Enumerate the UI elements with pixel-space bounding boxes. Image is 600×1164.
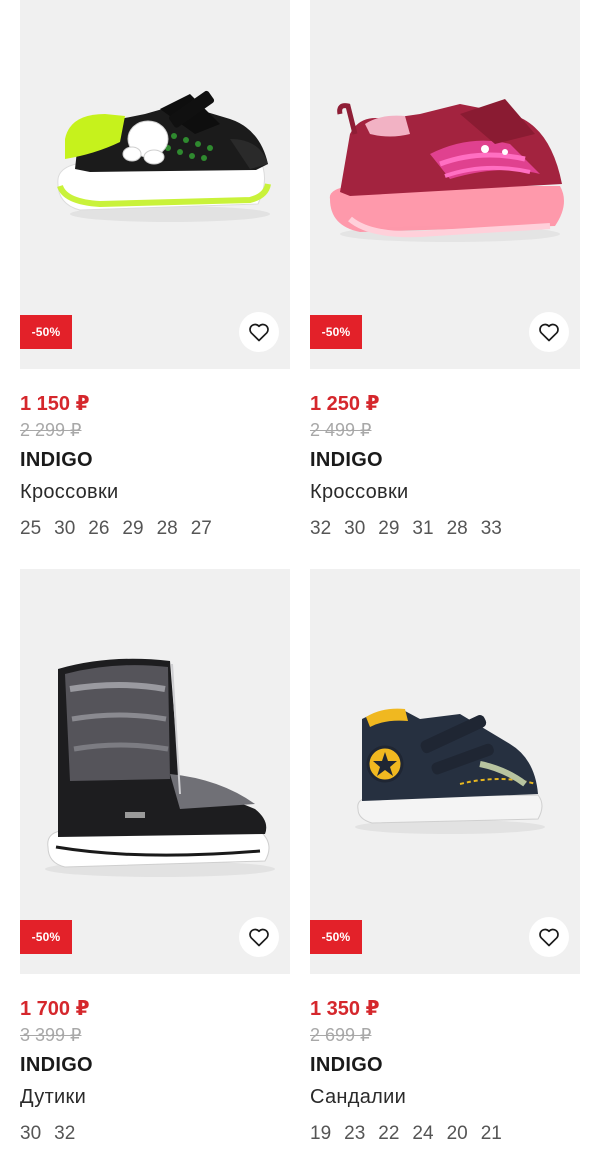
size-option: 32 — [54, 1123, 76, 1144]
size-option: 20 — [446, 1123, 468, 1144]
favorite-button[interactable] — [239, 312, 279, 352]
product-card[interactable]: -50% 1 700 ₽ 3 399 ₽ INDIGO Дутики 30 32 — [20, 569, 290, 1148]
product-price: 1 250 ₽ — [310, 393, 380, 415]
product-old-price: 2 299 ₽ — [20, 420, 82, 440]
size-option: 21 — [480, 1123, 502, 1144]
size-option: 30 — [54, 518, 76, 539]
discount-badge: -50% — [20, 315, 72, 349]
product-brand: INDIGO — [20, 449, 93, 471]
size-option: 22 — [378, 1123, 400, 1144]
heart-outline-icon — [539, 323, 559, 342]
size-list: 19 23 22 24 20 21 — [310, 1120, 580, 1148]
heart-outline-icon — [539, 928, 559, 947]
product-name[interactable]: Кроссовки — [20, 477, 290, 515]
sandal-navy-yellow-icon — [355, 708, 545, 834]
product-price: 1 350 ₽ — [310, 998, 380, 1020]
product-photo[interactable]: -50% — [310, 569, 580, 974]
size-list: 30 32 — [20, 1120, 290, 1148]
size-option: 28 — [446, 518, 468, 539]
favorite-button[interactable] — [529, 917, 569, 957]
product-old-price: 3 399 ₽ — [20, 1025, 82, 1045]
size-list: 32 30 29 31 28 33 — [310, 515, 580, 543]
product-photo[interactable]: -50% — [310, 0, 580, 369]
product-brand: INDIGO — [20, 1054, 93, 1076]
product-price: 1 150 ₽ — [20, 393, 90, 415]
size-option: 30 — [20, 1123, 42, 1144]
product-name[interactable]: Дутики — [20, 1082, 290, 1120]
size-option: 29 — [122, 518, 144, 539]
product-card[interactable]: -50% 1 250 ₽ 2 499 ₽ INDIGO Кроссовки 32… — [310, 0, 580, 543]
size-option: 31 — [412, 518, 434, 539]
discount-badge: -50% — [20, 920, 72, 954]
product-photo[interactable]: -50% — [20, 569, 290, 974]
discount-badge: -50% — [310, 920, 362, 954]
size-option: 33 — [480, 518, 502, 539]
product-info: 1 700 ₽ 3 399 ₽ INDIGO Дутики 30 32 — [20, 974, 290, 1148]
product-info: 1 150 ₽ 2 299 ₽ INDIGO Кроссовки 25 30 2… — [20, 369, 290, 543]
product-info: 1 250 ₽ 2 499 ₽ INDIGO Кроссовки 32 30 2… — [310, 369, 580, 543]
size-option: 26 — [88, 518, 110, 539]
size-option: 28 — [156, 518, 178, 539]
product-card[interactable]: -50% 1 150 ₽ 2 299 ₽ INDIGO Кроссовки 25… — [20, 0, 290, 543]
product-brand: INDIGO — [310, 1054, 383, 1076]
heart-outline-icon — [249, 928, 269, 947]
product-name[interactable]: Сандалии — [310, 1082, 580, 1120]
size-option: 30 — [344, 518, 366, 539]
heart-outline-icon — [249, 323, 269, 342]
size-option: 32 — [310, 518, 332, 539]
favorite-button[interactable] — [239, 917, 279, 957]
product-card[interactable]: -50% 1 350 ₽ 2 699 ₽ INDIGO Сандалии 19 … — [310, 569, 580, 1148]
product-brand: INDIGO — [310, 449, 383, 471]
size-option: 19 — [310, 1123, 332, 1144]
product-info: 1 350 ₽ 2 699 ₽ INDIGO Сандалии 19 23 22… — [310, 974, 580, 1148]
boot-black-silver-icon — [45, 658, 275, 877]
product-photo[interactable]: -50% — [20, 0, 290, 369]
product-old-price: 2 699 ₽ — [310, 1025, 372, 1045]
favorite-button[interactable] — [529, 312, 569, 352]
size-option: 24 — [412, 1123, 434, 1144]
product-old-price: 2 499 ₽ — [310, 420, 372, 440]
size-option: 27 — [190, 518, 212, 539]
size-option: 25 — [20, 518, 42, 539]
discount-badge: -50% — [310, 315, 362, 349]
size-option: 29 — [378, 518, 400, 539]
product-name[interactable]: Кроссовки — [310, 477, 580, 515]
size-list: 25 30 26 29 28 27 — [20, 515, 290, 543]
product-price: 1 700 ₽ — [20, 998, 90, 1020]
size-option: 23 — [344, 1123, 366, 1144]
